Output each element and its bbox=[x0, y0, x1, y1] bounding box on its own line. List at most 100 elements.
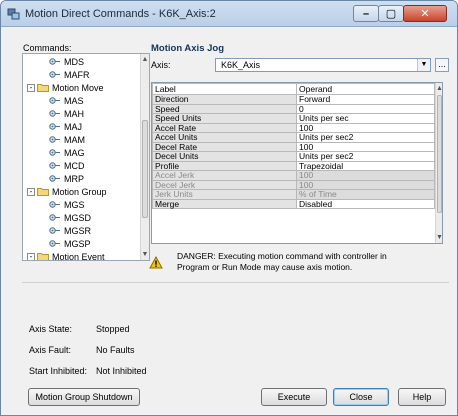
motion-direct-commands-window: Motion Direct Commands - K6K_Axis:2 – ▢ … bbox=[0, 0, 458, 416]
warning-icon bbox=[149, 256, 163, 269]
tree-item-label: MAG bbox=[64, 148, 85, 158]
command-icon bbox=[49, 227, 60, 234]
label-column-header: Label bbox=[152, 83, 297, 95]
row-operand[interactable]: Units per sec bbox=[296, 113, 435, 124]
command-icon bbox=[49, 240, 60, 247]
tree-item[interactable]: MGSP bbox=[49, 238, 91, 250]
operand-grid[interactable]: Label Operand Direction Forward Speed 0 Spee… bbox=[151, 82, 443, 244]
row-label: Accel Units bbox=[152, 132, 297, 143]
row-label: Merge bbox=[152, 198, 297, 209]
title-bar[interactable]: Motion Direct Commands - K6K_Axis:2 – ▢ … bbox=[1, 1, 457, 27]
tree-item[interactable]: MAG bbox=[49, 147, 85, 159]
tree-item-label: MAH bbox=[64, 109, 84, 119]
close-button[interactable]: Close bbox=[333, 388, 389, 406]
tree-item[interactable]: MCD bbox=[49, 160, 85, 172]
grid-row[interactable]: Jerk Units% of Time bbox=[152, 189, 435, 200]
tree-item[interactable]: MDS bbox=[49, 56, 84, 68]
motion-group-shutdown-button[interactable]: Motion Group Shutdown bbox=[28, 388, 140, 406]
axis-value: K6K_Axis bbox=[221, 60, 261, 70]
grid-row[interactable]: Merge Disabled bbox=[152, 198, 435, 209]
minimize-button[interactable]: – bbox=[353, 5, 379, 22]
grid-scrollbar[interactable]: ▲ ▼ bbox=[435, 83, 442, 243]
tree-item[interactable]: MAH bbox=[49, 108, 84, 120]
grid-row[interactable]: Decel Units Units per sec2 bbox=[152, 151, 435, 162]
axis-select[interactable]: K6K_Axis ▼ bbox=[215, 58, 431, 72]
commands-label: Commands: bbox=[23, 43, 72, 53]
tree-item-label: MAFR bbox=[64, 70, 90, 80]
axis-label: Axis: bbox=[151, 60, 171, 70]
tree-group[interactable]: - Motion Group bbox=[27, 186, 107, 198]
tree-item[interactable]: MAFR bbox=[49, 69, 90, 81]
maximize-icon: ▢ bbox=[385, 8, 397, 20]
axis-state-label: Axis State: bbox=[29, 324, 73, 334]
tree-item[interactable]: MRP bbox=[49, 173, 84, 185]
axis-browse-button[interactable]: ... bbox=[435, 58, 449, 72]
motion-command-icon bbox=[7, 8, 20, 20]
tree-item-label: Motion Event bbox=[52, 252, 105, 261]
tree-group[interactable]: - Motion Move bbox=[27, 82, 104, 94]
axis-state-value: Stopped bbox=[96, 324, 130, 334]
grid-row[interactable]: Profile Trapezoidal bbox=[152, 160, 435, 171]
tree-item-label: MGSP bbox=[64, 239, 91, 249]
axis-fault-value: No Faults bbox=[96, 345, 135, 355]
command-icon bbox=[49, 201, 60, 208]
tree-item-label: MGSR bbox=[64, 226, 91, 236]
commands-tree[interactable]: MDS MAFR - Motion Move MAS MAH MAJ MAM MAG MCD MRP… bbox=[22, 53, 150, 261]
tree-item-label: MAS bbox=[64, 96, 84, 106]
grid-row[interactable]: Accel Units Units per sec2 bbox=[152, 132, 435, 143]
scroll-down-icon[interactable]: ▼ bbox=[141, 249, 149, 260]
row-label: Direction bbox=[152, 94, 297, 105]
collapse-icon[interactable]: - bbox=[27, 188, 35, 196]
tree-item-label: MDS bbox=[64, 57, 84, 67]
close-window-button[interactable]: ✕ bbox=[403, 5, 447, 22]
command-icon bbox=[49, 97, 60, 104]
tree-item[interactable]: MGS bbox=[49, 199, 85, 211]
command-icon bbox=[49, 123, 60, 130]
chevron-down-icon[interactable]: ▼ bbox=[417, 59, 430, 71]
collapse-icon[interactable]: - bbox=[27, 253, 35, 260]
scroll-thumb[interactable] bbox=[142, 120, 148, 218]
tree-item-label: MAM bbox=[64, 135, 85, 145]
tree-scrollbar[interactable]: ▲ ▼ bbox=[140, 54, 149, 260]
row-label: Accel Jerk bbox=[152, 170, 297, 181]
tree-item[interactable]: MGSR bbox=[49, 225, 91, 237]
tree-item[interactable]: MGSD bbox=[49, 212, 91, 224]
row-operand: % of Time bbox=[296, 189, 435, 200]
scroll-thumb[interactable] bbox=[437, 95, 442, 213]
scroll-up-icon[interactable]: ▲ bbox=[436, 83, 442, 94]
command-icon bbox=[49, 71, 60, 78]
scroll-down-icon[interactable]: ▼ bbox=[436, 232, 442, 243]
command-icon bbox=[49, 110, 60, 117]
row-operand[interactable]: Units per sec2 bbox=[296, 132, 435, 143]
grid-row[interactable]: Direction Forward bbox=[152, 94, 435, 105]
warning-line-2: Program or Run Mode may cause axis motio… bbox=[177, 262, 353, 272]
scroll-up-icon[interactable]: ▲ bbox=[141, 54, 149, 65]
command-icon bbox=[49, 58, 60, 65]
start-inhibited-value: Not Inhibited bbox=[96, 366, 147, 376]
start-inhibited-label: Start Inhibited: bbox=[29, 366, 88, 376]
tree-item[interactable]: MAM bbox=[49, 134, 85, 146]
tree-item-label: MAJ bbox=[64, 122, 82, 132]
grid-row[interactable]: Accel Jerk 100 bbox=[152, 170, 435, 181]
danger-warning: DANGER: Executing motion command with co… bbox=[177, 251, 387, 273]
row-operand[interactable]: Units per sec2 bbox=[296, 151, 435, 162]
grid-row[interactable]: Speed Units Units per sec bbox=[152, 113, 435, 124]
row-operand[interactable]: Disabled bbox=[296, 198, 435, 209]
tree-item[interactable]: MAJ bbox=[49, 121, 82, 133]
tree-item-label: Motion Move bbox=[52, 83, 104, 93]
command-icon bbox=[49, 136, 60, 143]
tree-item[interactable]: MAS bbox=[49, 95, 84, 107]
tree-group[interactable]: - Motion Event bbox=[27, 251, 105, 261]
maximize-button[interactable]: ▢ bbox=[378, 5, 404, 22]
row-operand[interactable]: Forward bbox=[296, 94, 435, 105]
command-icon bbox=[49, 214, 60, 221]
folder-icon bbox=[37, 84, 49, 92]
tree-item-label: MCD bbox=[64, 161, 85, 171]
row-label: Jerk Units bbox=[152, 189, 297, 200]
collapse-icon[interactable]: - bbox=[27, 84, 35, 92]
help-button[interactable]: Help bbox=[398, 388, 446, 406]
grid-row[interactable]: Decel Jerk 100 bbox=[152, 179, 435, 190]
row-operand[interactable]: Trapezoidal bbox=[296, 160, 435, 171]
axis-fault-label: Axis Fault: bbox=[29, 345, 72, 355]
execute-button[interactable]: Execute bbox=[261, 388, 327, 406]
